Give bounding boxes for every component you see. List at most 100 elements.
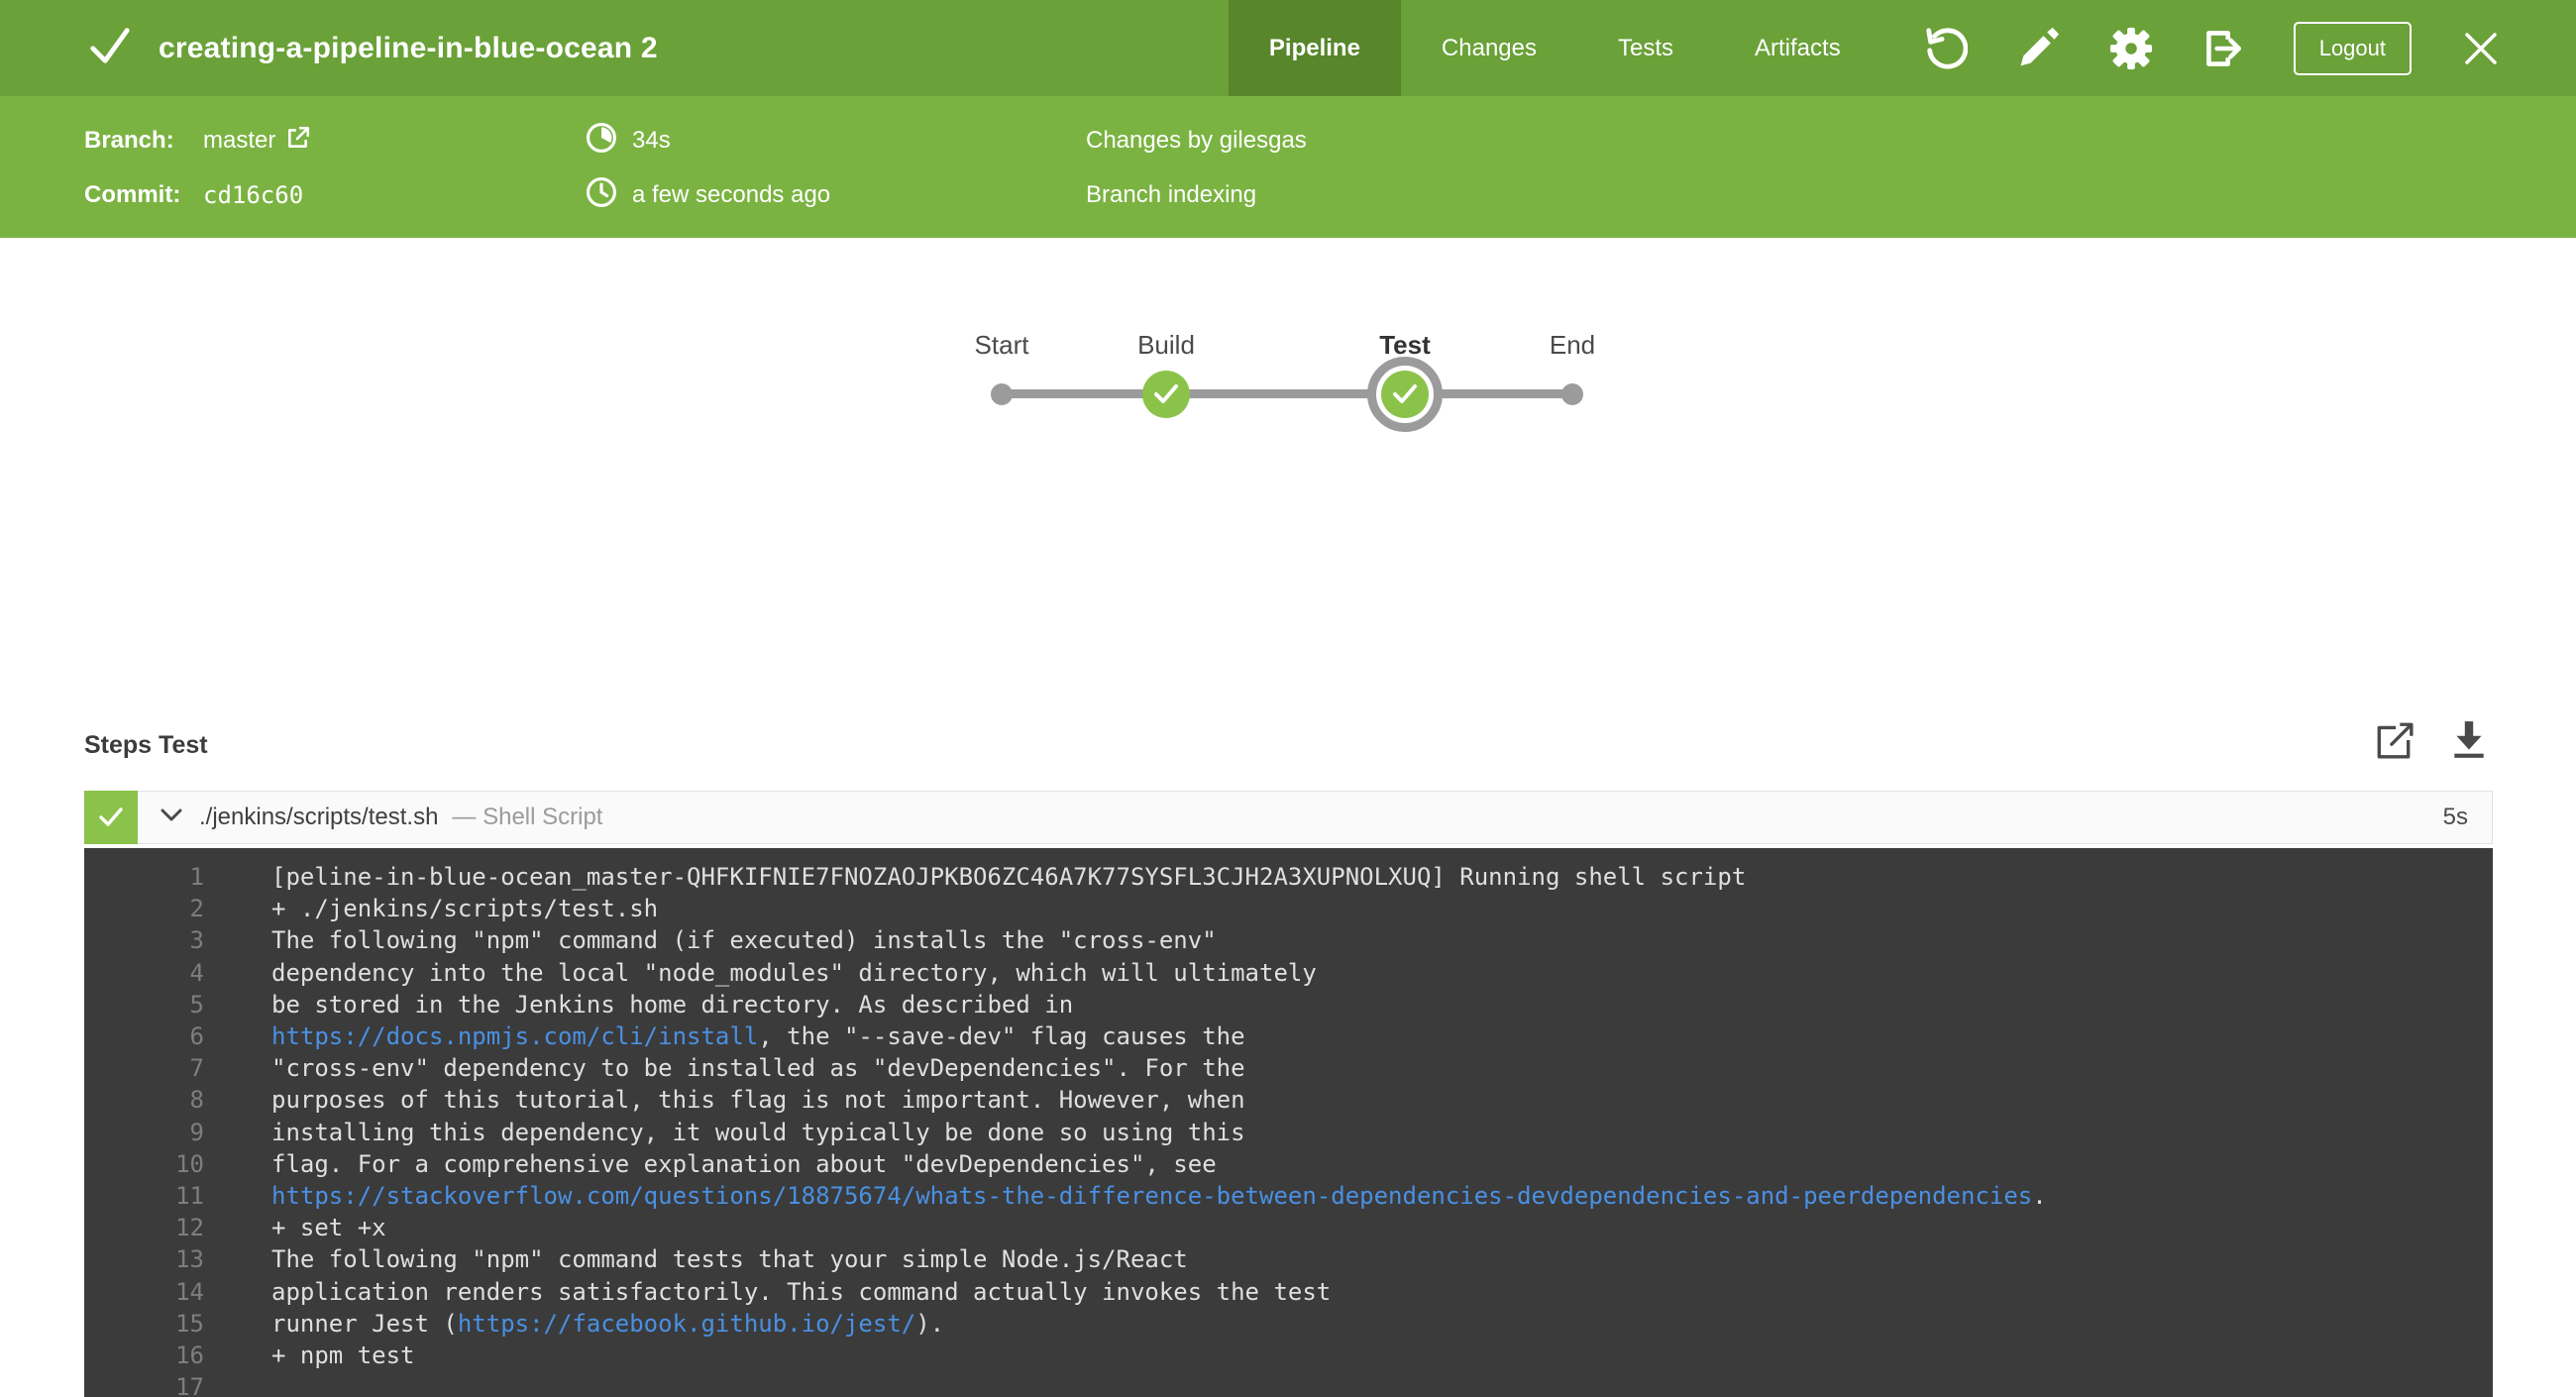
commit-label: Commit:: [84, 181, 181, 208]
log-line: 17: [84, 1371, 2493, 1397]
step-status-check-icon: [84, 791, 138, 844]
tab-pipeline[interactable]: Pipeline: [1228, 0, 1401, 96]
log-line-text: [peline-in-blue-ocean_master-QHFKIFNIE7F…: [271, 863, 1747, 891]
log-line-number: 5: [189, 990, 204, 1019]
download-log-icon[interactable]: [2449, 719, 2489, 766]
tab-bar: Pipeline Changes Tests Artifacts: [1228, 0, 1881, 96]
log-line-text: The following "npm" command (if executed…: [271, 926, 1217, 955]
log-line-number: 14: [175, 1277, 204, 1306]
step-kind: — Shell Script: [452, 804, 603, 830]
log-link[interactable]: https://stackoverflow.com/questions/1887…: [271, 1182, 2032, 1210]
log-line-number: 7: [189, 1054, 204, 1083]
commit-value: cd16c60: [203, 181, 304, 209]
log-line-number: 4: [189, 958, 204, 987]
stage-node-test-inner: [1381, 371, 1429, 418]
chevron-down-icon[interactable]: [160, 807, 183, 827]
log-line-number: 2: [189, 895, 204, 923]
timing-column: 34s a few seconds ago: [585, 120, 830, 216]
log-line-text: runner Jest (https://facebook.github.io/…: [271, 1309, 945, 1338]
stage-node-build[interactable]: [1142, 371, 1190, 418]
console-log[interactable]: 1 [peline-in-blue-ocean_master-QHFKIFNIE7…: [84, 848, 2493, 1397]
step-row-body: ./jenkins/scripts/test.sh — Shell Script…: [138, 792, 2492, 843]
stage-node-test-selected[interactable]: [1367, 357, 1443, 432]
log-line-text: purposes of this tutorial, this flag is …: [271, 1086, 1245, 1115]
blue-ocean-pipeline-page: creating-a-pipeline-in-blue-ocean 2 Pipe…: [0, 0, 2576, 1397]
logout-button[interactable]: Logout: [2293, 21, 2412, 75]
stage-node-end[interactable]: [1561, 383, 1583, 405]
open-log-external-icon[interactable]: [2374, 719, 2414, 766]
log-line: 15 runner Jest (https://facebook.github.i…: [84, 1308, 2493, 1340]
log-line-text: https://stackoverflow.com/questions/1887…: [271, 1182, 2047, 1211]
log-line: 12 + set +x: [84, 1212, 2493, 1243]
log-line-number: 3: [189, 926, 204, 955]
settings-gear-icon[interactable]: [2107, 25, 2155, 72]
log-line-text: + ./jenkins/scripts/test.sh: [271, 895, 659, 923]
log-line-text: The following "npm" command tests that y…: [271, 1245, 1188, 1274]
log-line-number: 12: [175, 1214, 204, 1242]
tab-artifacts[interactable]: Artifacts: [1714, 0, 1881, 96]
step-row-shell-script[interactable]: ./jenkins/scripts/test.sh — Shell Script…: [84, 791, 2493, 844]
log-line-number: 8: [189, 1086, 204, 1115]
top-header-bar: creating-a-pipeline-in-blue-ocean 2 Pipe…: [0, 0, 2576, 96]
log-line: 9 installing this dependency, it would ty…: [84, 1117, 2493, 1148]
edit-pencil-icon[interactable]: [2014, 25, 2062, 72]
stage-label-end: End: [1549, 330, 1596, 360]
log-line: 16 + npm test: [84, 1340, 2493, 1371]
log-line-text: flag. For a comprehensive explanation ab…: [271, 1149, 1217, 1178]
log-link[interactable]: https://facebook.github.io/jest/: [458, 1310, 915, 1338]
log-line: 10 flag. For a comprehensive explanation …: [84, 1148, 2493, 1180]
stopwatch-icon: [585, 121, 618, 161]
log-line-text: + npm test: [271, 1342, 415, 1370]
tab-changes[interactable]: Changes: [1401, 0, 1577, 96]
log-line-number: 9: [189, 1118, 204, 1146]
log-line-text: + set +x: [271, 1214, 386, 1242]
header-actions: Logout: [1921, 21, 2505, 75]
log-line-number: 6: [189, 1022, 204, 1051]
pipeline-edge-line: [1002, 389, 1572, 398]
stage-node-start[interactable]: [991, 383, 1013, 405]
step-name: ./jenkins/scripts/test.sh: [199, 804, 439, 830]
log-line-text: "cross-env" dependency to be installed a…: [271, 1054, 1245, 1083]
log-line-number: 17: [175, 1373, 204, 1397]
duration-value: 34s: [632, 127, 671, 154]
changes-by-text: Changes by gilesgas: [1086, 127, 1307, 154]
time-ago-value: a few seconds ago: [632, 181, 831, 208]
log-line: 5 be stored in the Jenkins home directory…: [84, 989, 2493, 1021]
success-check-icon: [87, 23, 133, 73]
branch-commit-column: Branch: master Commit: cd16c60: [84, 120, 311, 216]
main-content: Start Build Test End Steps Test ./jenkin…: [0, 238, 2576, 1397]
branch-value-link[interactable]: master: [203, 125, 311, 158]
run-info-band: Branch: master Commit: cd16c60 34s a few…: [0, 96, 2576, 238]
log-line-text: be stored in the Jenkins home directory.…: [271, 990, 1074, 1019]
cause-column: Changes by gilesgas Branch indexing: [1086, 120, 1307, 216]
steps-heading: Steps Test: [84, 731, 208, 759]
log-line-text: dependency into the local "node_modules"…: [271, 958, 1317, 987]
log-line-number: 15: [175, 1309, 204, 1338]
log-line: 11 https://stackoverflow.com/questions/18…: [84, 1180, 2493, 1212]
log-line: 14 application renders satisfactorily. Th…: [84, 1276, 2493, 1308]
log-link[interactable]: https://docs.npmjs.com/cli/install: [271, 1022, 758, 1050]
log-line: 7 "cross-env" dependency to be installed …: [84, 1052, 2493, 1084]
log-line-text: application renders satisfactorily. This…: [271, 1277, 1332, 1306]
clock-icon: [585, 175, 618, 216]
stage-label-build: Build: [1137, 330, 1195, 360]
log-line-text: https://docs.npmjs.com/cli/install, the …: [271, 1022, 1245, 1051]
log-line: 3 The following "npm" command (if execute…: [84, 924, 2493, 956]
stage-label-start: Start: [974, 330, 1029, 360]
log-line: 6 https://docs.npmjs.com/cli/install, the…: [84, 1021, 2493, 1052]
log-line-number: 13: [175, 1245, 204, 1274]
tab-tests[interactable]: Tests: [1577, 0, 1714, 96]
close-icon[interactable]: [2457, 25, 2505, 72]
log-line: 4 dependency into the local "node_modules…: [84, 957, 2493, 989]
external-link-icon: [285, 125, 311, 158]
exit-icon[interactable]: [2200, 25, 2248, 72]
log-lines: 1 [peline-in-blue-ocean_master-QHFKIFNIE7…: [84, 861, 2493, 1397]
log-line-number: 16: [175, 1342, 204, 1370]
run-title-group: creating-a-pipeline-in-blue-ocean 2: [0, 23, 658, 73]
log-line: 1 [peline-in-blue-ocean_master-QHFKIFNIE7…: [84, 861, 2493, 893]
replay-icon[interactable]: [1921, 25, 1969, 72]
run-cause-text: Branch indexing: [1086, 181, 1257, 208]
log-line: 8 purposes of this tutorial, this flag is…: [84, 1084, 2493, 1116]
log-line-number: 1: [189, 863, 204, 891]
log-actions: [2374, 719, 2489, 766]
